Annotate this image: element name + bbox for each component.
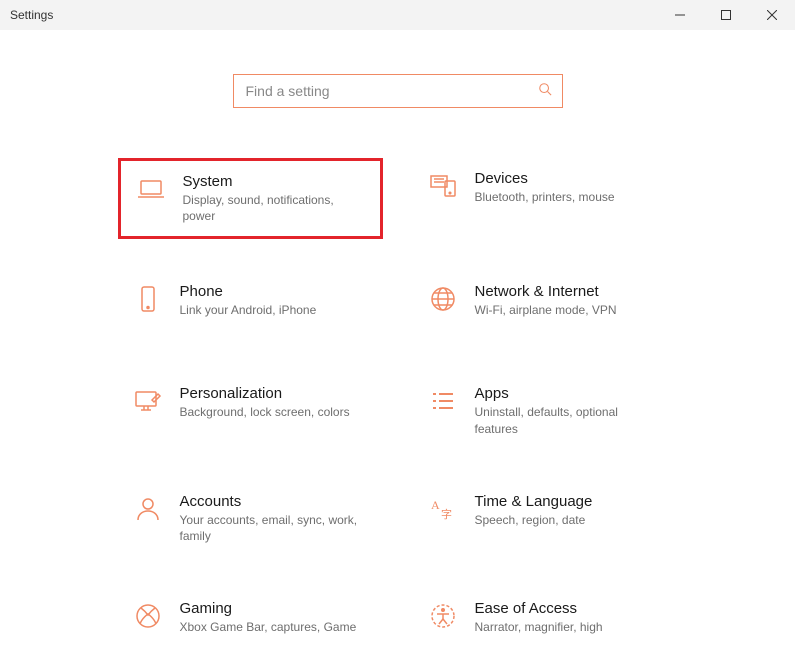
- tile-devices[interactable]: Devices Bluetooth, printers, mouse: [413, 158, 678, 239]
- window-controls: [657, 0, 795, 30]
- tile-title: Personalization: [180, 385, 350, 402]
- language-icon: A 字: [427, 493, 459, 525]
- tile-accounts[interactable]: Accounts Your accounts, email, sync, wor…: [118, 481, 383, 556]
- personalization-icon: [132, 385, 164, 417]
- tile-title: Devices: [475, 170, 615, 187]
- minimize-button[interactable]: [657, 0, 703, 30]
- tile-subtitle: Display, sound, notifications, power: [183, 192, 363, 224]
- tile-subtitle: Xbox Game Bar, captures, Game: [180, 619, 357, 635]
- tile-subtitle: Wi-Fi, airplane mode, VPN: [475, 302, 617, 318]
- tile-system[interactable]: System Display, sound, notifications, po…: [118, 158, 383, 239]
- search-icon: [538, 82, 552, 101]
- phone-icon: [132, 283, 164, 315]
- maximize-button[interactable]: [703, 0, 749, 30]
- tile-title: Gaming: [180, 600, 357, 617]
- tile-personalization[interactable]: Personalization Background, lock screen,…: [118, 373, 383, 448]
- apps-icon: [427, 385, 459, 417]
- tile-ease-of-access[interactable]: Ease of Access Narrator, magnifier, high: [413, 588, 678, 658]
- tile-network[interactable]: Network & Internet Wi-Fi, airplane mode,…: [413, 271, 678, 341]
- tile-subtitle: Bluetooth, printers, mouse: [475, 189, 615, 205]
- xbox-icon: [132, 600, 164, 632]
- tile-subtitle: Background, lock screen, colors: [180, 404, 350, 420]
- tile-subtitle: Your accounts, email, sync, work, family: [180, 512, 360, 544]
- svg-text:字: 字: [441, 507, 452, 521]
- tile-subtitle: Narrator, magnifier, high: [475, 619, 603, 635]
- globe-icon: [427, 283, 459, 315]
- content: System Display, sound, notifications, po…: [0, 30, 795, 658]
- svg-text:A: A: [431, 498, 440, 512]
- tile-title: Apps: [475, 385, 655, 402]
- settings-grid: System Display, sound, notifications, po…: [118, 158, 678, 658]
- tile-subtitle: Link your Android, iPhone: [180, 302, 317, 318]
- tile-subtitle: Uninstall, defaults, optional features: [475, 404, 655, 436]
- window-title: Settings: [10, 8, 53, 22]
- tile-title: Ease of Access: [475, 600, 603, 617]
- tile-title: Phone: [180, 283, 317, 300]
- tile-apps[interactable]: Apps Uninstall, defaults, optional featu…: [413, 373, 678, 448]
- tile-subtitle: Speech, region, date: [475, 512, 593, 528]
- tile-title: Time & Language: [475, 493, 593, 510]
- search-box[interactable]: [233, 74, 563, 108]
- tile-time-language[interactable]: A 字 Time & Language Speech, region, date: [413, 481, 678, 556]
- tile-title: System: [183, 173, 363, 190]
- devices-icon: [427, 170, 459, 202]
- tile-title: Accounts: [180, 493, 360, 510]
- person-icon: [132, 493, 164, 525]
- titlebar: Settings: [0, 0, 795, 30]
- tile-phone[interactable]: Phone Link your Android, iPhone: [118, 271, 383, 341]
- tile-title: Network & Internet: [475, 283, 617, 300]
- close-button[interactable]: [749, 0, 795, 30]
- laptop-icon: [135, 173, 167, 205]
- ease-of-access-icon: [427, 600, 459, 632]
- tile-gaming[interactable]: Gaming Xbox Game Bar, captures, Game: [118, 588, 383, 658]
- search-input[interactable]: [244, 82, 538, 100]
